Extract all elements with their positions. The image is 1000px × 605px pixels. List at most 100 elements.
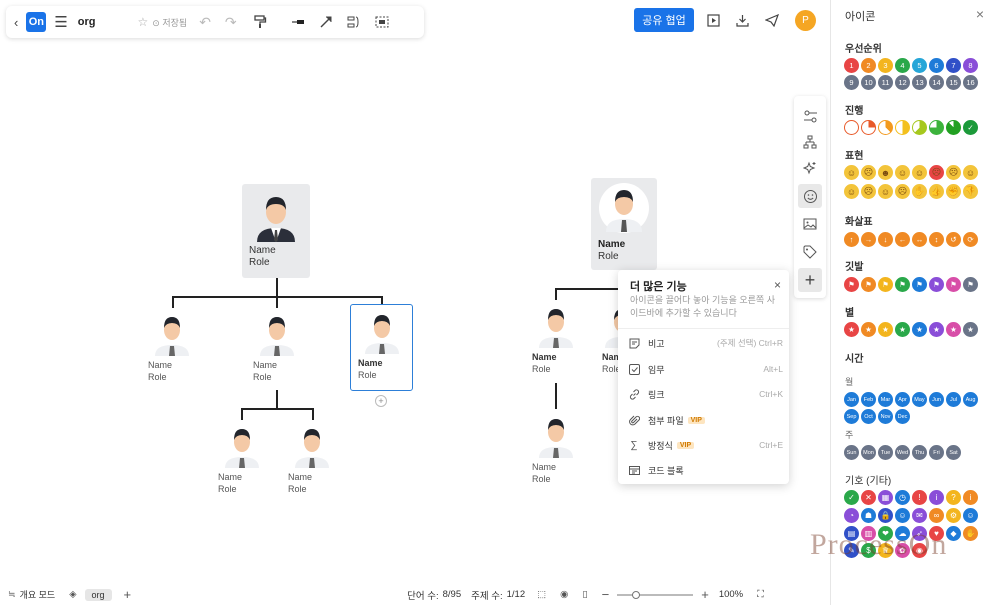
zoom-level[interactable]: 100% bbox=[719, 589, 743, 600]
emoji-strong-icon[interactable]: ✊ bbox=[946, 184, 961, 199]
arrow-left-icon[interactable]: ← bbox=[895, 232, 910, 247]
priority-6-icon[interactable]: 6 bbox=[929, 58, 944, 73]
feature-item-code-block[interactable]: 코드 블록 bbox=[628, 461, 783, 479]
line-style-icon[interactable] bbox=[291, 18, 305, 26]
symbol-person-icon[interactable]: ☺ bbox=[963, 508, 978, 523]
symbol-user-icon[interactable]: ☺ bbox=[895, 508, 910, 523]
priority-8-icon[interactable]: 8 bbox=[963, 58, 978, 73]
symbol-thumbs-down-icon[interactable]: ✋ bbox=[963, 526, 978, 541]
zoom-slider-handle[interactable] bbox=[632, 590, 641, 599]
progress-three-quarter-icon[interactable] bbox=[929, 120, 944, 135]
symbol-mail-icon[interactable]: ✉ bbox=[912, 508, 927, 523]
map-icon[interactable]: ▯ bbox=[582, 589, 587, 600]
zoom-in-icon[interactable]: + bbox=[701, 587, 709, 602]
feature-item-note[interactable]: 비고 (주제 선택) Ctrl+R bbox=[628, 334, 783, 352]
symbol-warning-icon[interactable]: ! bbox=[912, 490, 927, 505]
format-painter-icon[interactable] bbox=[253, 15, 267, 29]
star-yellow-icon[interactable]: ★ bbox=[878, 322, 893, 337]
undo-icon[interactable]: ↶ bbox=[199, 14, 211, 31]
star-red-icon[interactable]: ★ bbox=[844, 322, 859, 337]
priority-10-icon[interactable]: 10 bbox=[861, 75, 876, 90]
flag-orange-icon[interactable]: ⚑ bbox=[861, 277, 876, 292]
user-avatar[interactable]: P bbox=[795, 9, 816, 31]
symbol-diamond-icon[interactable]: ◆ bbox=[946, 526, 961, 541]
emoji-thumbs-up-icon[interactable]: 👍 bbox=[929, 184, 944, 199]
send-icon[interactable] bbox=[765, 13, 779, 27]
style-settings-icon[interactable] bbox=[798, 104, 822, 128]
feature-item-attachment[interactable]: 첨부 파일 VIP bbox=[628, 411, 783, 429]
sheet-tab[interactable]: org bbox=[84, 588, 112, 601]
month-dec-icon[interactable]: Dec bbox=[895, 409, 910, 424]
priority-9-icon[interactable]: 9 bbox=[844, 75, 859, 90]
plus-more-icon[interactable]: + bbox=[798, 268, 822, 292]
emoji-blush-icon[interactable]: ☺ bbox=[878, 184, 893, 199]
boundary-icon[interactable] bbox=[375, 15, 389, 29]
star-gray-icon[interactable]: ★ bbox=[963, 322, 978, 337]
symbol-clock-icon[interactable]: ◷ bbox=[895, 490, 910, 505]
outline-mode-icon[interactable]: ≒ bbox=[8, 589, 16, 600]
emoji-angry-icon[interactable]: ☹ bbox=[929, 165, 944, 180]
month-may-icon[interactable]: May bbox=[912, 392, 927, 407]
emoji-icon[interactable] bbox=[798, 184, 822, 208]
flag-pink-icon[interactable]: ⚑ bbox=[946, 277, 961, 292]
priority-13-icon[interactable]: 13 bbox=[912, 75, 927, 90]
present-icon[interactable] bbox=[706, 13, 720, 27]
priority-2-icon[interactable]: 2 bbox=[861, 58, 876, 73]
arrow-connector-icon[interactable] bbox=[319, 15, 333, 29]
priority-3-icon[interactable]: 3 bbox=[878, 58, 893, 73]
select-icon[interactable]: ⬚ bbox=[537, 589, 546, 600]
image-icon[interactable] bbox=[798, 212, 822, 236]
emoji-annoyed-icon[interactable]: ☹ bbox=[861, 184, 876, 199]
org-node[interactable]: Name Role bbox=[249, 190, 303, 269]
symbol-info-2-icon[interactable]: i bbox=[963, 490, 978, 505]
month-nov-icon[interactable]: Nov bbox=[878, 409, 893, 424]
structure-icon[interactable] bbox=[798, 130, 822, 154]
zoom-out-icon[interactable]: − bbox=[602, 587, 610, 602]
emoji-sad-icon[interactable]: ☹ bbox=[861, 165, 876, 180]
weekday-tue-icon[interactable]: Tue bbox=[878, 445, 893, 460]
priority-14-icon[interactable]: 14 bbox=[929, 75, 944, 90]
month-mar-icon[interactable]: Mar bbox=[878, 392, 893, 407]
symbol-calendar-icon[interactable]: ▦ bbox=[878, 490, 893, 505]
priority-16-icon[interactable]: 16 bbox=[963, 75, 978, 90]
arrow-up-icon[interactable]: ↑ bbox=[844, 232, 859, 247]
month-jun-icon[interactable]: Jun bbox=[929, 392, 944, 407]
priority-12-icon[interactable]: 12 bbox=[895, 75, 910, 90]
star-orange-icon[interactable]: ★ bbox=[861, 322, 876, 337]
feature-item-link[interactable]: 링크 Ctrl+K bbox=[628, 385, 783, 403]
month-feb-icon[interactable]: Feb bbox=[861, 392, 876, 407]
summary-icon[interactable] bbox=[347, 15, 361, 29]
symbol-cross-icon[interactable]: ✕ bbox=[861, 490, 876, 505]
emoji-thinking-icon[interactable]: ☺ bbox=[963, 165, 978, 180]
feature-item-formula[interactable]: ∑ 방정식 VIP Ctrl+E bbox=[628, 436, 783, 454]
file-name[interactable]: org bbox=[78, 16, 96, 28]
flag-green-icon[interactable]: ⚑ bbox=[895, 277, 910, 292]
org-node[interactable]: Name Role bbox=[218, 424, 262, 495]
add-child-button[interactable]: + bbox=[375, 395, 387, 407]
emoji-surprised-icon[interactable]: ☺ bbox=[912, 165, 927, 180]
symbol-lock-icon[interactable]: 🔒 bbox=[878, 508, 893, 523]
flag-gray-icon[interactable]: ⚑ bbox=[963, 277, 978, 292]
symbol-question-icon[interactable]: ? bbox=[946, 490, 961, 505]
star-pink-icon[interactable]: ★ bbox=[946, 322, 961, 337]
weekday-fri-icon[interactable]: Fri bbox=[929, 445, 944, 460]
flag-purple-icon[interactable]: ⚑ bbox=[929, 277, 944, 292]
menu-icon[interactable]: ☰ bbox=[54, 13, 67, 31]
app-logo[interactable]: On bbox=[26, 12, 47, 32]
month-aug-icon[interactable]: Aug bbox=[963, 392, 978, 407]
org-node[interactable]: Name Role bbox=[532, 304, 576, 375]
month-jan-icon[interactable]: Jan bbox=[844, 392, 859, 407]
back-icon[interactable]: ‹ bbox=[14, 15, 18, 30]
star-purple-icon[interactable]: ★ bbox=[929, 322, 944, 337]
month-sep-icon[interactable]: Sep bbox=[844, 409, 859, 424]
arrow-left-right-icon[interactable]: ↔ bbox=[912, 232, 927, 247]
arrow-down-icon[interactable]: ↓ bbox=[878, 232, 893, 247]
priority-4-icon[interactable]: 4 bbox=[895, 58, 910, 73]
close-icon[interactable]: × bbox=[976, 6, 984, 22]
org-node[interactable]: Name Role bbox=[598, 182, 650, 263]
org-node[interactable]: Name Role bbox=[288, 424, 332, 495]
priority-5-icon[interactable]: 5 bbox=[912, 58, 927, 73]
org-node[interactable]: Name Role bbox=[253, 312, 297, 383]
tag-icon[interactable] bbox=[798, 240, 822, 264]
emoji-grin-icon[interactable]: ☺ bbox=[895, 165, 910, 180]
